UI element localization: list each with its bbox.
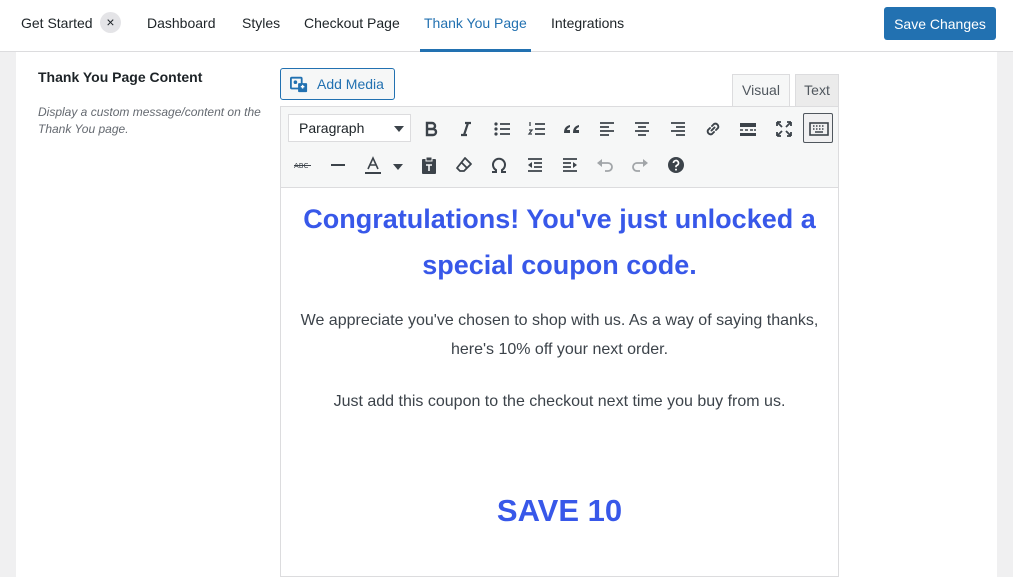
tab-checkout-page[interactable]: Checkout Page xyxy=(304,0,400,52)
link-button[interactable] xyxy=(697,113,727,143)
tab-get-started[interactable]: Get Started xyxy=(21,0,93,52)
chevron-down-icon xyxy=(394,126,404,132)
horizontal-line-button[interactable] xyxy=(322,149,352,179)
text-color-button[interactable] xyxy=(357,149,387,179)
editor-toolbar: Paragraph xyxy=(280,106,839,188)
text-color-icon xyxy=(365,156,381,174)
numbered-list-button[interactable] xyxy=(521,113,551,143)
fullscreen-icon xyxy=(776,121,792,137)
blockquote-button[interactable] xyxy=(556,113,586,143)
tab-dashboard[interactable]: Dashboard xyxy=(147,0,216,52)
save-changes-button[interactable]: Save Changes xyxy=(884,7,996,40)
align-right-button[interactable] xyxy=(662,113,692,143)
align-left-button[interactable] xyxy=(591,113,621,143)
align-left-icon xyxy=(600,122,614,136)
field-description: Display a custom message/content on the … xyxy=(38,105,261,136)
close-icon[interactable]: × xyxy=(100,12,121,33)
read-more-button[interactable] xyxy=(732,113,762,143)
add-media-icon xyxy=(290,76,308,93)
content-paragraph-thanks: We appreciate you've chosen to shop with… xyxy=(300,312,819,358)
editor-content-area[interactable]: Congratulations! You've just unlocked a … xyxy=(280,188,839,577)
content-heading: Congratulations! You've just unlocked a … xyxy=(281,196,838,288)
align-center-icon xyxy=(635,122,649,136)
paste-text-button[interactable] xyxy=(413,149,443,179)
bold-button[interactable] xyxy=(415,113,445,143)
link-icon xyxy=(706,122,720,136)
help-icon xyxy=(668,157,684,173)
outdent-button[interactable] xyxy=(519,149,549,179)
toolbar-toggle-button[interactable] xyxy=(803,113,833,143)
clear-formatting-icon xyxy=(456,157,472,172)
content-heading-line1: Congratulations! You've just unlocked a xyxy=(303,204,816,234)
numbered-list-icon xyxy=(527,122,545,135)
format-select[interactable]: Paragraph xyxy=(288,114,411,142)
coupon-code: SAVE 10 xyxy=(496,493,623,528)
read-more-icon xyxy=(740,123,756,136)
strikethrough-button[interactable]: ABC xyxy=(287,149,317,179)
add-media-label: Add Media xyxy=(317,76,384,92)
blockquote-icon xyxy=(564,125,579,133)
bullet-list-icon xyxy=(494,122,510,136)
outdent-icon xyxy=(528,158,542,172)
tab-text[interactable]: Text xyxy=(795,74,839,106)
top-navigation: Get Started × Dashboard Styles Checkout … xyxy=(0,0,1013,52)
format-select-value: Paragraph xyxy=(299,120,365,136)
paste-text-icon xyxy=(422,156,436,174)
content-heading-line2: special coupon code. xyxy=(422,250,697,280)
add-media-button[interactable]: Add Media xyxy=(280,68,395,100)
fullscreen-button[interactable] xyxy=(768,113,798,143)
field-title: Thank You Page Content xyxy=(38,69,203,85)
redo-icon xyxy=(632,159,648,172)
strikethrough-icon: ABC xyxy=(294,162,311,170)
clear-formatting-button[interactable] xyxy=(448,149,478,179)
special-character-button[interactable] xyxy=(483,149,513,179)
horizontal-line-icon xyxy=(331,164,345,166)
tab-thank-you-page[interactable]: Thank You Page xyxy=(420,0,531,52)
undo-button[interactable] xyxy=(589,149,619,179)
content-paragraph-coupon-hint: Just add this coupon to the checkout nex… xyxy=(333,393,786,410)
redo-button[interactable] xyxy=(624,149,654,179)
italic-icon xyxy=(461,121,471,137)
text-color-dropdown-icon[interactable] xyxy=(393,161,403,171)
help-button[interactable] xyxy=(660,149,690,179)
align-center-button[interactable] xyxy=(626,113,656,143)
tab-visual[interactable]: Visual xyxy=(732,74,790,106)
align-right-icon xyxy=(671,122,685,136)
tab-integrations[interactable]: Integrations xyxy=(551,0,624,52)
undo-icon xyxy=(597,159,613,172)
bold-icon xyxy=(425,121,438,137)
bullet-list-button[interactable] xyxy=(486,113,516,143)
italic-button[interactable] xyxy=(450,113,480,143)
tab-styles[interactable]: Styles xyxy=(242,0,280,52)
indent-button[interactable] xyxy=(554,149,584,179)
settings-panel: Thank You Page Content Display a custom … xyxy=(16,52,997,577)
special-character-icon xyxy=(492,157,506,173)
indent-icon xyxy=(563,158,577,172)
toolbar-toggle-icon xyxy=(809,122,829,136)
